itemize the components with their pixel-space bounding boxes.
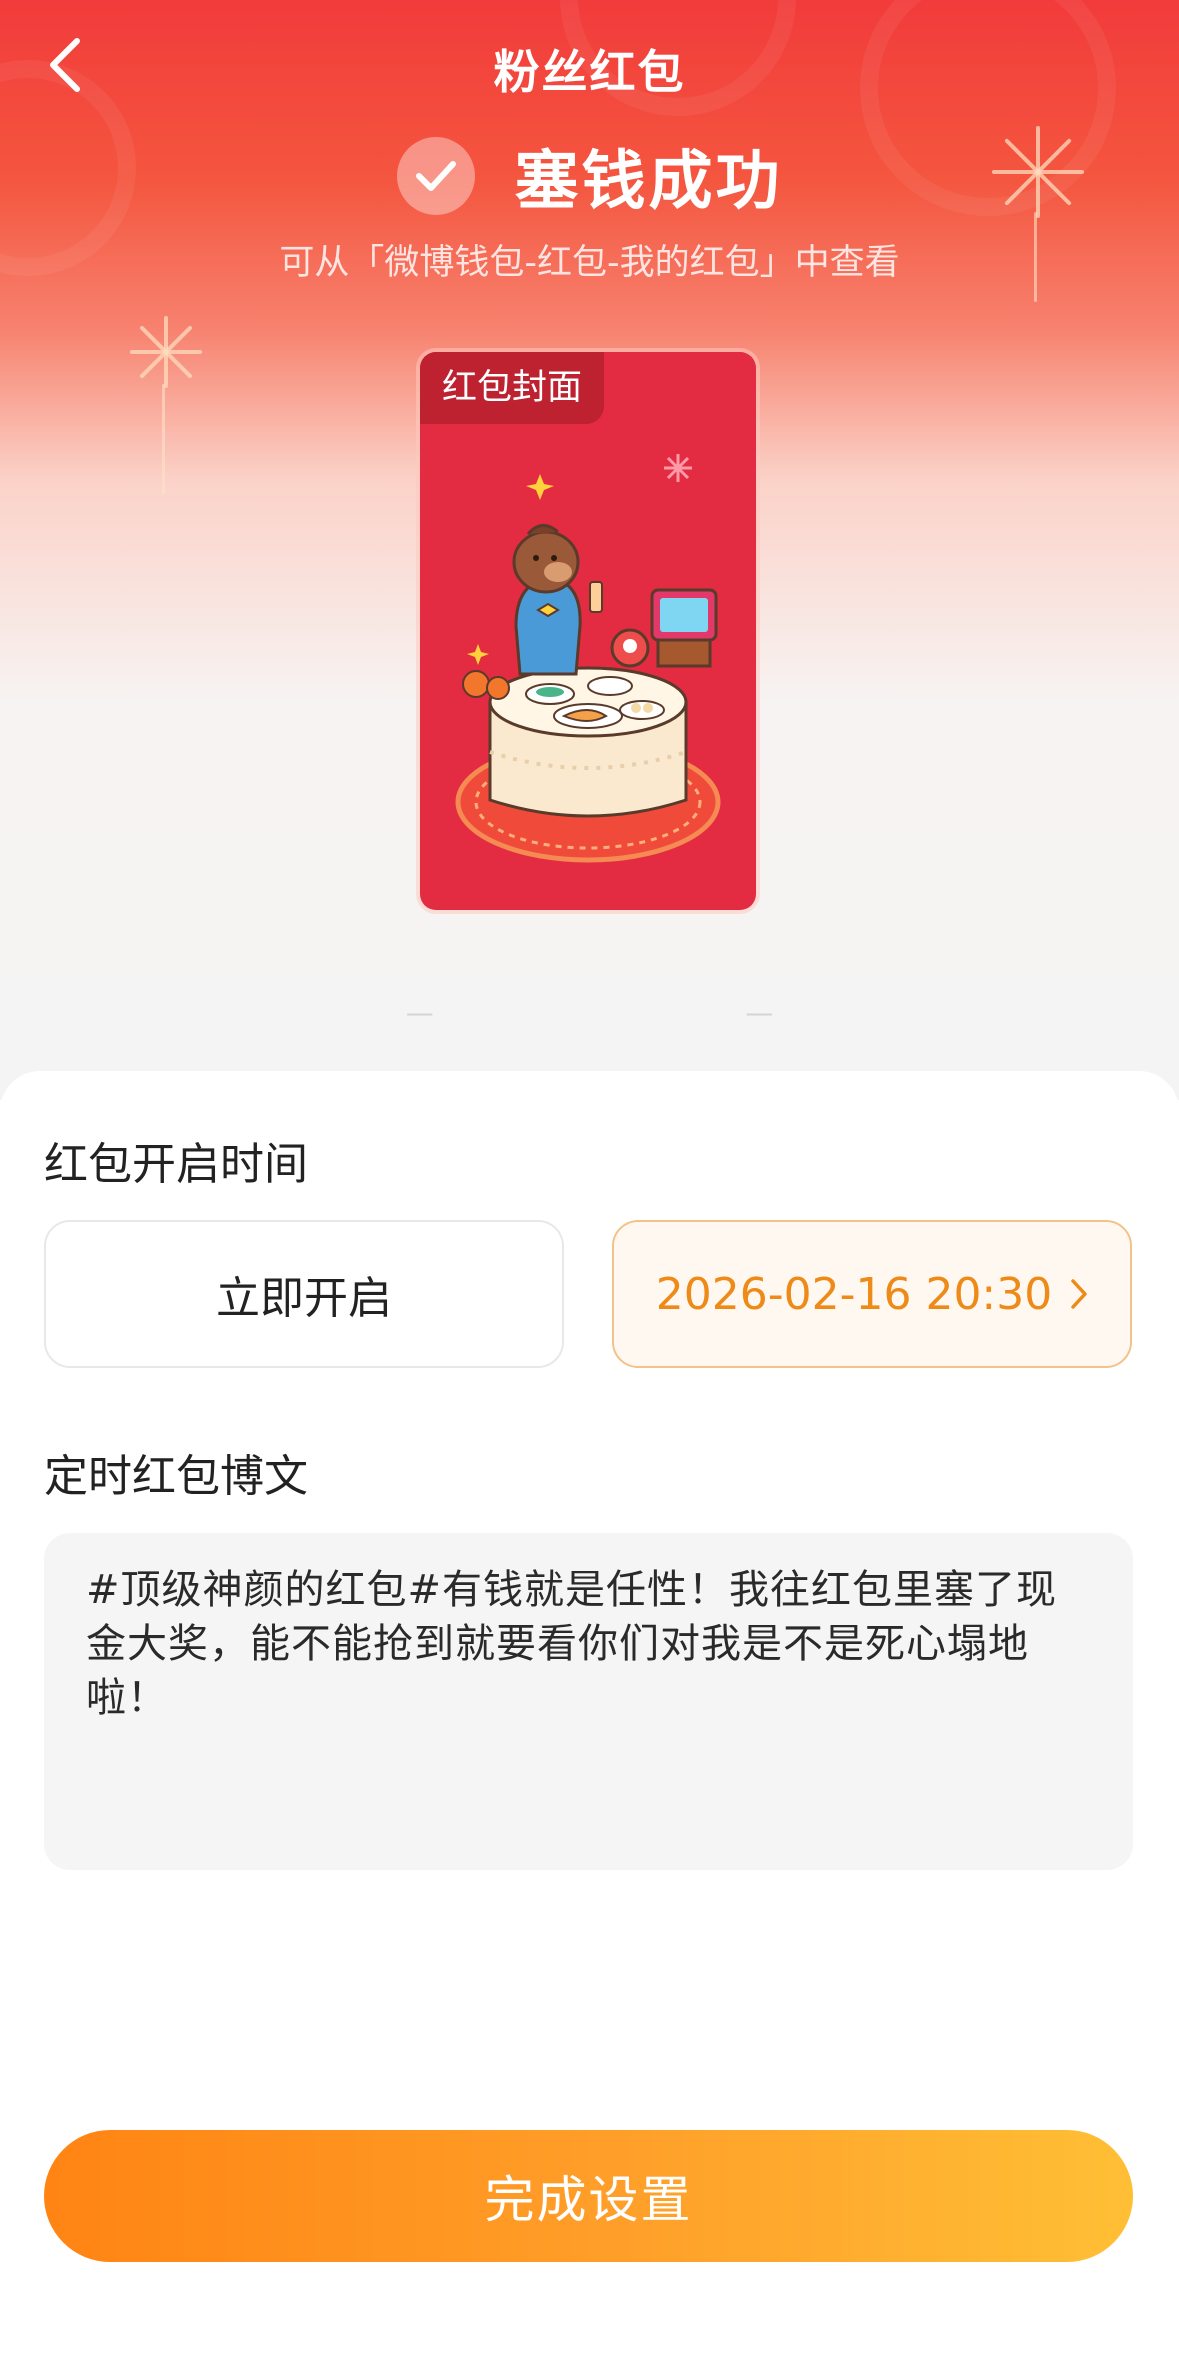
post-content-text: #顶级神颜的红包#有钱就是任性！我往红包里塞了现金大奖，能不能抢到就要看你们对我… [86, 1567, 1058, 1721]
open-time-title: 红包开启时间 [44, 1139, 308, 1190]
done-button[interactable]: 完成设置 [44, 2130, 1133, 2262]
cover-label: 红包封面 [420, 352, 605, 424]
post-content-textarea[interactable]: #顶级神颜的红包#有钱就是任性！我往红包里塞了现金大奖，能不能抢到就要看你们对我… [44, 1533, 1133, 1870]
red-packet-cover[interactable]: 红包封面 [420, 352, 756, 910]
scheduled-time-option[interactable]: 2026-02-16 20:30 [612, 1220, 1132, 1368]
page-title: 粉丝红包 [493, 45, 686, 99]
post-title: 定时红包博文 [44, 1451, 308, 1502]
open-now-option[interactable]: 立即开启 [44, 1220, 564, 1368]
open-now-label: 立即开启 [216, 1273, 392, 1324]
cover-illustration [455, 454, 721, 863]
success-title: 塞钱成功 [514, 145, 783, 219]
cover-pager-indicator: — — [405, 996, 774, 1029]
scheduled-time-label: 2026-02-16 20:30 [655, 1268, 1053, 1320]
chevron-right-icon [1071, 1279, 1087, 1309]
success-hint: 可从「微博钱包-红包-我的红包」中查看 [279, 243, 900, 283]
done-button-label: 完成设置 [484, 2171, 693, 2229]
success-banner: 塞钱成功 [0, 128, 1179, 224]
check-icon [396, 137, 475, 215]
